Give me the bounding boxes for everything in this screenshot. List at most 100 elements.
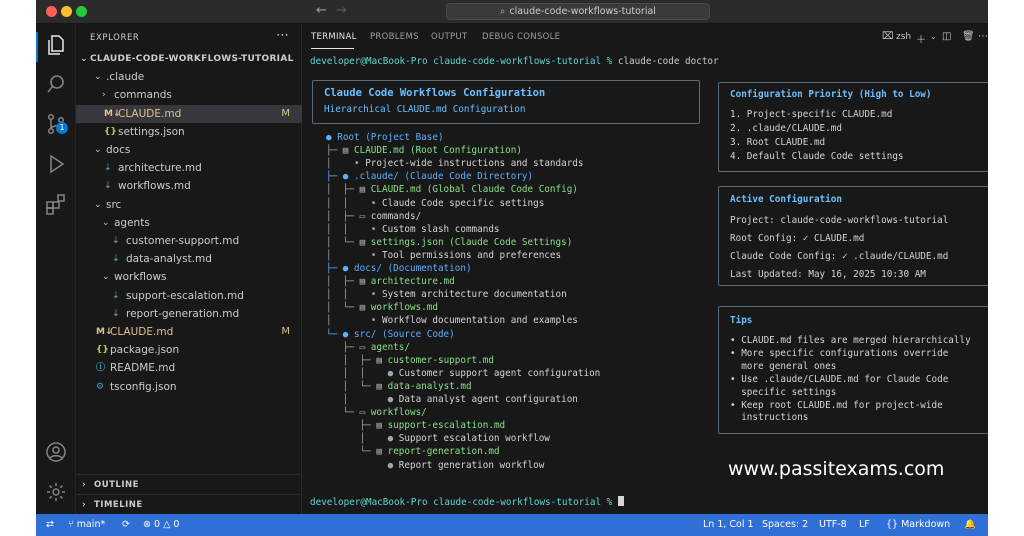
tree-text: src/ (Source Code) — [354, 328, 455, 340]
outline-section[interactable]: › OUTLINE — [76, 474, 302, 494]
tree-item-label: workflows.md — [118, 180, 191, 193]
tree-folder[interactable]: ⌄ agents — [76, 214, 302, 232]
config-tree-line: │ │ • System architecture documentation — [326, 289, 567, 300]
branch-name: main* — [76, 519, 106, 530]
tree-file[interactable]: ⇣ data-analyst.md — [76, 250, 302, 268]
tree-file[interactable]: {} package.json — [76, 341, 302, 359]
tip-line: • Keep root CLAUDE.md for project-wide — [730, 399, 943, 411]
tree-folder[interactable]: ⌄ src — [76, 196, 302, 214]
tree-item-label: support-escalation.md — [126, 289, 244, 302]
tree-file[interactable]: ⓘ README.md — [76, 359, 302, 377]
tree-file[interactable]: ⇣ architecture.md — [76, 159, 302, 177]
bell-icon[interactable]: 🔔 — [964, 514, 976, 536]
tree-glyph: │ │ ● — [326, 367, 394, 379]
tab-problems[interactable]: PROBLEMS — [370, 32, 419, 42]
tree-folder[interactable]: › commands — [76, 86, 302, 104]
terminal-shell-icon[interactable]: ⌧ — [882, 31, 894, 42]
tree-text: Root (Project Base) — [337, 132, 444, 143]
tree-file[interactable]: ⚙ tsconfig.json — [76, 378, 302, 396]
split-terminal-icon[interactable]: ◫ — [942, 31, 951, 42]
timeline-section[interactable]: › TIMELINE — [76, 494, 302, 514]
tree-file[interactable]: ⇣ report-generation.md — [76, 305, 302, 323]
problems-status[interactable]: ⊗ 0 △ 0 — [143, 514, 179, 536]
file-type-icon: {} — [96, 345, 109, 356]
tree-file[interactable]: M↓ CLAUDE.md M — [76, 323, 302, 341]
config-tree-line: ├─ ▭ agents/ — [326, 342, 410, 353]
command-line: developer@MacBook-Pro claude-code-workfl… — [310, 56, 719, 67]
back-arrow-icon[interactable]: ← — [316, 3, 327, 18]
tree-text: agents/ — [370, 341, 410, 353]
tab-debug-console[interactable]: DEBUG CONSOLE — [482, 32, 560, 42]
tree-folder[interactable]: ⌄ .claude — [76, 68, 302, 86]
terminal-panel: TERMINAL PROBLEMS OUTPUT DEBUG CONSOLE ⌧… — [302, 24, 988, 514]
tree-glyph: │ │ • — [326, 223, 377, 235]
encoding[interactable]: UTF-8 — [819, 514, 847, 536]
zoom-window-button[interactable] — [76, 6, 87, 17]
remote-icon[interactable]: ⇄ — [46, 514, 54, 536]
tree-glyph: │ └─ ▤ — [326, 236, 366, 248]
close-window-button[interactable] — [46, 6, 57, 17]
config-tree-line: │ │ • Custom slash commands — [326, 224, 500, 235]
tree-glyph: │ ● — [326, 433, 394, 445]
file-type-icon: ⇣ — [104, 163, 112, 174]
tree-file[interactable]: ⇣ customer-support.md — [76, 232, 302, 250]
chevron-down-icon[interactable]: ⌄ — [930, 32, 937, 41]
config-tree-line: │ ├─ ▤ customer-support.md — [326, 355, 494, 366]
tab-output[interactable]: OUTPUT — [431, 32, 467, 42]
tree-folder[interactable]: ⌄ docs — [76, 141, 302, 159]
tree-glyph: ● — [326, 132, 332, 143]
config-tree-line: │ ├─ ▭ commands/ — [326, 211, 421, 222]
explorer-root-folder[interactable]: ⌄ CLAUDE-CODE-WORKFLOWS-TUTORIAL — [76, 50, 302, 68]
git-branch-icon: ⑂ — [68, 519, 77, 530]
cursor-position[interactable]: Ln 1, Col 1 — [703, 514, 754, 536]
run-debug-icon[interactable] — [44, 152, 68, 176]
gear-icon[interactable] — [44, 480, 68, 504]
trash-icon[interactable]: 🗑 — [962, 31, 975, 42]
branch-status[interactable]: ⑂ main* — [68, 514, 105, 536]
config-tree-line: │ └─ ▤ settings.json (Claude Code Settin… — [326, 237, 572, 248]
language-mode[interactable]: {} Markdown — [886, 514, 950, 536]
timeline-label: TIMELINE — [94, 500, 143, 510]
tree-file[interactable]: ⇣ support-escalation.md — [76, 287, 302, 305]
explorer-files-icon[interactable] — [44, 33, 68, 57]
shell-name[interactable]: zsh — [896, 32, 911, 42]
new-terminal-icon[interactable]: ＋ — [916, 31, 926, 46]
extensions-icon[interactable] — [44, 192, 68, 216]
command-center-text: claude-code-workflows-tutorial — [509, 6, 656, 17]
command-center-search[interactable]: ⌕ claude-code-workflows-tutorial — [446, 3, 710, 20]
tree-file[interactable]: M↓ CLAUDE.md M — [76, 104, 302, 123]
forward-arrow-icon[interactable]: → — [336, 3, 347, 18]
explorer-title: EXPLORER — [90, 33, 140, 43]
tree-item-label: architecture.md — [118, 162, 202, 175]
language-name: Markdown — [901, 519, 951, 530]
tip-line: instructions — [730, 412, 809, 424]
tree-item-label: README.md — [110, 362, 176, 375]
config-tree-line: ● Root (Project Base) — [326, 132, 444, 143]
tree-glyph: ● — [326, 459, 394, 471]
line-endings[interactable]: LF — [859, 514, 870, 536]
header-box: Claude Code Workflows Configuration Hier… — [312, 80, 700, 124]
tree-text: workflows.md — [370, 302, 438, 314]
tree-glyph: │ ├─ ▭ — [326, 210, 366, 222]
modified-badge: M — [281, 326, 290, 337]
tip-line: • CLAUDE.md files are merged hierarchica… — [730, 335, 971, 346]
file-type-icon: {} — [104, 126, 117, 137]
more-actions-icon[interactable]: ⋯ — [978, 31, 988, 42]
tree-text: Support escalation workflow — [398, 433, 550, 445]
tree-file[interactable]: ⇣ workflows.md — [76, 177, 302, 195]
search-icon[interactable] — [44, 72, 68, 96]
chevron-down-icon: ⌄ — [102, 272, 110, 283]
account-icon[interactable] — [44, 440, 68, 464]
file-type-icon: ⓘ — [96, 363, 106, 374]
indentation[interactable]: Spaces: 2 — [762, 514, 808, 536]
tree-item-label: report-generation.md — [126, 307, 240, 320]
minimize-window-button[interactable] — [61, 6, 72, 17]
file-type-icon: ⇣ — [112, 254, 120, 265]
tab-terminal[interactable]: TERMINAL — [311, 32, 357, 42]
tree-folder[interactable]: ⌄ workflows — [76, 268, 302, 286]
tree-file[interactable]: {} settings.json — [76, 123, 302, 141]
more-actions-icon[interactable]: ⋯ — [276, 28, 289, 43]
terminal-output[interactable]: developer@MacBook-Pro claude-code-workfl… — [302, 52, 988, 514]
tree-text: Project-wide instructions and standards — [365, 158, 584, 170]
sync-icon[interactable]: ⟳ — [122, 514, 130, 536]
